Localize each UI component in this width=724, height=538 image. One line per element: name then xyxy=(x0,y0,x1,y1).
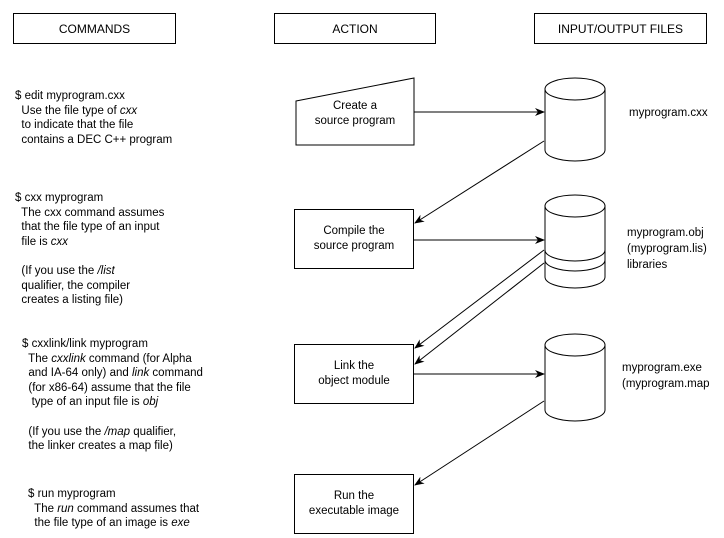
command-text: The xyxy=(22,352,52,365)
command-line: the file type of an image is exe xyxy=(28,516,199,531)
command-line: that the file type of an input xyxy=(15,220,164,235)
command-line: (for x86-64) assume that the file xyxy=(22,381,203,396)
arrow-exe-to-run xyxy=(414,400,545,486)
command-text: command xyxy=(149,367,203,380)
command-line: the linker creates a map file) xyxy=(22,439,203,454)
command-line: to indicate that the file xyxy=(15,118,172,133)
command-text-italic: exe xyxy=(171,517,190,530)
file-name: libraries xyxy=(627,259,668,271)
command-text: $ edit myprogram.cxx xyxy=(15,90,125,102)
command-text-italic: run xyxy=(57,502,74,515)
command-text: (for x86-64) assume that the file xyxy=(22,381,191,394)
command-text: The cxx command assumes xyxy=(15,206,165,219)
action-run: Run the executable image xyxy=(294,474,414,534)
file-name: myprogram.obj xyxy=(627,227,704,239)
header-files: INPUT/OUTPUT FILES xyxy=(534,13,707,44)
action-line: Link the xyxy=(333,360,375,372)
command-text: $ cxxlink/link myprogram xyxy=(22,338,148,350)
command-text: command assumes that xyxy=(73,502,200,515)
command-text: type of an input file is xyxy=(22,396,143,409)
command-text-italic: /map xyxy=(104,425,131,438)
command-text: to indicate that the file xyxy=(15,119,134,132)
command-text-italic: cxxlink xyxy=(51,352,86,365)
command-text-italic: cxx xyxy=(119,104,138,117)
action-line: Compile the xyxy=(323,225,385,237)
action-line: Create a xyxy=(332,100,378,112)
obj-file-cylinder xyxy=(544,194,606,289)
action-create: Create a source program xyxy=(296,92,414,136)
action-line: executable image xyxy=(308,505,400,517)
command-text: Use the file type of xyxy=(15,104,120,117)
command-line: $ cxxlink/link myprogram xyxy=(22,337,203,352)
action-line: source program xyxy=(313,240,395,252)
action-compile: Compile the source program xyxy=(294,209,414,269)
command-line: (If you use the /list xyxy=(15,264,164,279)
command-text: creates a listing file) xyxy=(15,294,124,307)
command-text: the linker creates a map file) xyxy=(22,440,173,453)
command-line: qualifier, the compiler xyxy=(15,279,164,294)
command-line: and IA-64 only) and link command xyxy=(22,366,203,381)
command-text: (If you use the xyxy=(15,264,98,277)
command-line: (If you use the /map qualifier, xyxy=(22,425,203,440)
command-text: The xyxy=(28,502,58,515)
arrow-cxx-to-compile xyxy=(414,140,545,224)
file-name: myprogram.exe xyxy=(622,362,702,374)
command-line: file is cxx xyxy=(15,235,164,250)
command-text xyxy=(22,411,25,423)
file-name: myprogram.cxx xyxy=(629,107,708,119)
file-label-obj: myprogram.obj (myprogram.lis) libraries xyxy=(627,225,707,273)
file-label-exe: myprogram.exe (myprogram.map xyxy=(622,360,710,392)
command-line: $ run myprogram xyxy=(28,487,199,502)
command-line: $ edit myprogram.cxx xyxy=(15,89,172,104)
command-run: $ run myprogram The run command assumes … xyxy=(28,487,199,531)
command-text-italic: link xyxy=(131,367,150,380)
command-line: $ cxx myprogram xyxy=(15,191,164,206)
command-line: creates a listing file) xyxy=(15,293,164,308)
command-edit: $ edit myprogram.cxx Use the file type o… xyxy=(15,89,172,147)
action-line: Run the xyxy=(333,490,375,502)
arrow-obj-to-link-1 xyxy=(414,249,545,349)
exe-file-cylinder xyxy=(544,333,606,422)
file-name: (myprogram.map xyxy=(622,378,710,390)
header-commands: COMMANDS xyxy=(13,13,176,44)
command-text: the file type of an image is xyxy=(28,517,172,530)
command-cxx: $ cxx myprogram The cxx command assumes … xyxy=(15,191,164,308)
command-text: qualifier, xyxy=(130,425,177,438)
command-text-italic: /list xyxy=(97,264,115,277)
command-line xyxy=(22,410,203,425)
command-text: (If you use the xyxy=(22,425,105,438)
command-line: The cxx command assumes xyxy=(15,206,164,221)
action-line: source program xyxy=(314,115,396,127)
action-line: object module xyxy=(318,375,390,387)
command-text: $ run myprogram xyxy=(28,488,116,500)
command-text xyxy=(15,250,18,262)
command-text: command (for Alpha xyxy=(85,352,192,365)
command-text: that the file type of an input xyxy=(15,221,160,234)
arrow-obj-to-link-2 xyxy=(414,262,545,365)
file-name: (myprogram.lis) xyxy=(627,243,707,255)
command-text: contains a DEC C++ program xyxy=(15,133,173,146)
command-text-italic: obj xyxy=(142,396,159,409)
command-line: The cxxlink command (for Alpha xyxy=(22,352,203,367)
command-text: and IA-64 only) and xyxy=(22,367,132,380)
file-label-cxx: myprogram.cxx xyxy=(629,105,708,121)
command-line: Use the file type of cxx xyxy=(15,104,172,119)
action-link: Link the object module xyxy=(294,344,414,404)
cxx-file-cylinder xyxy=(544,77,606,162)
command-line xyxy=(15,249,164,264)
command-text-italic: cxx xyxy=(50,235,69,248)
command-text: file is xyxy=(15,235,51,248)
command-text: $ cxx myprogram xyxy=(15,192,104,204)
command-text: qualifier, the compiler xyxy=(15,279,131,292)
command-line: type of an input file is obj xyxy=(22,395,203,410)
command-line: contains a DEC C++ program xyxy=(15,133,172,148)
command-line: The run command assumes that xyxy=(28,502,199,517)
header-action: ACTION xyxy=(274,13,436,44)
command-link: $ cxxlink/link myprogram The cxxlink com… xyxy=(22,337,203,454)
